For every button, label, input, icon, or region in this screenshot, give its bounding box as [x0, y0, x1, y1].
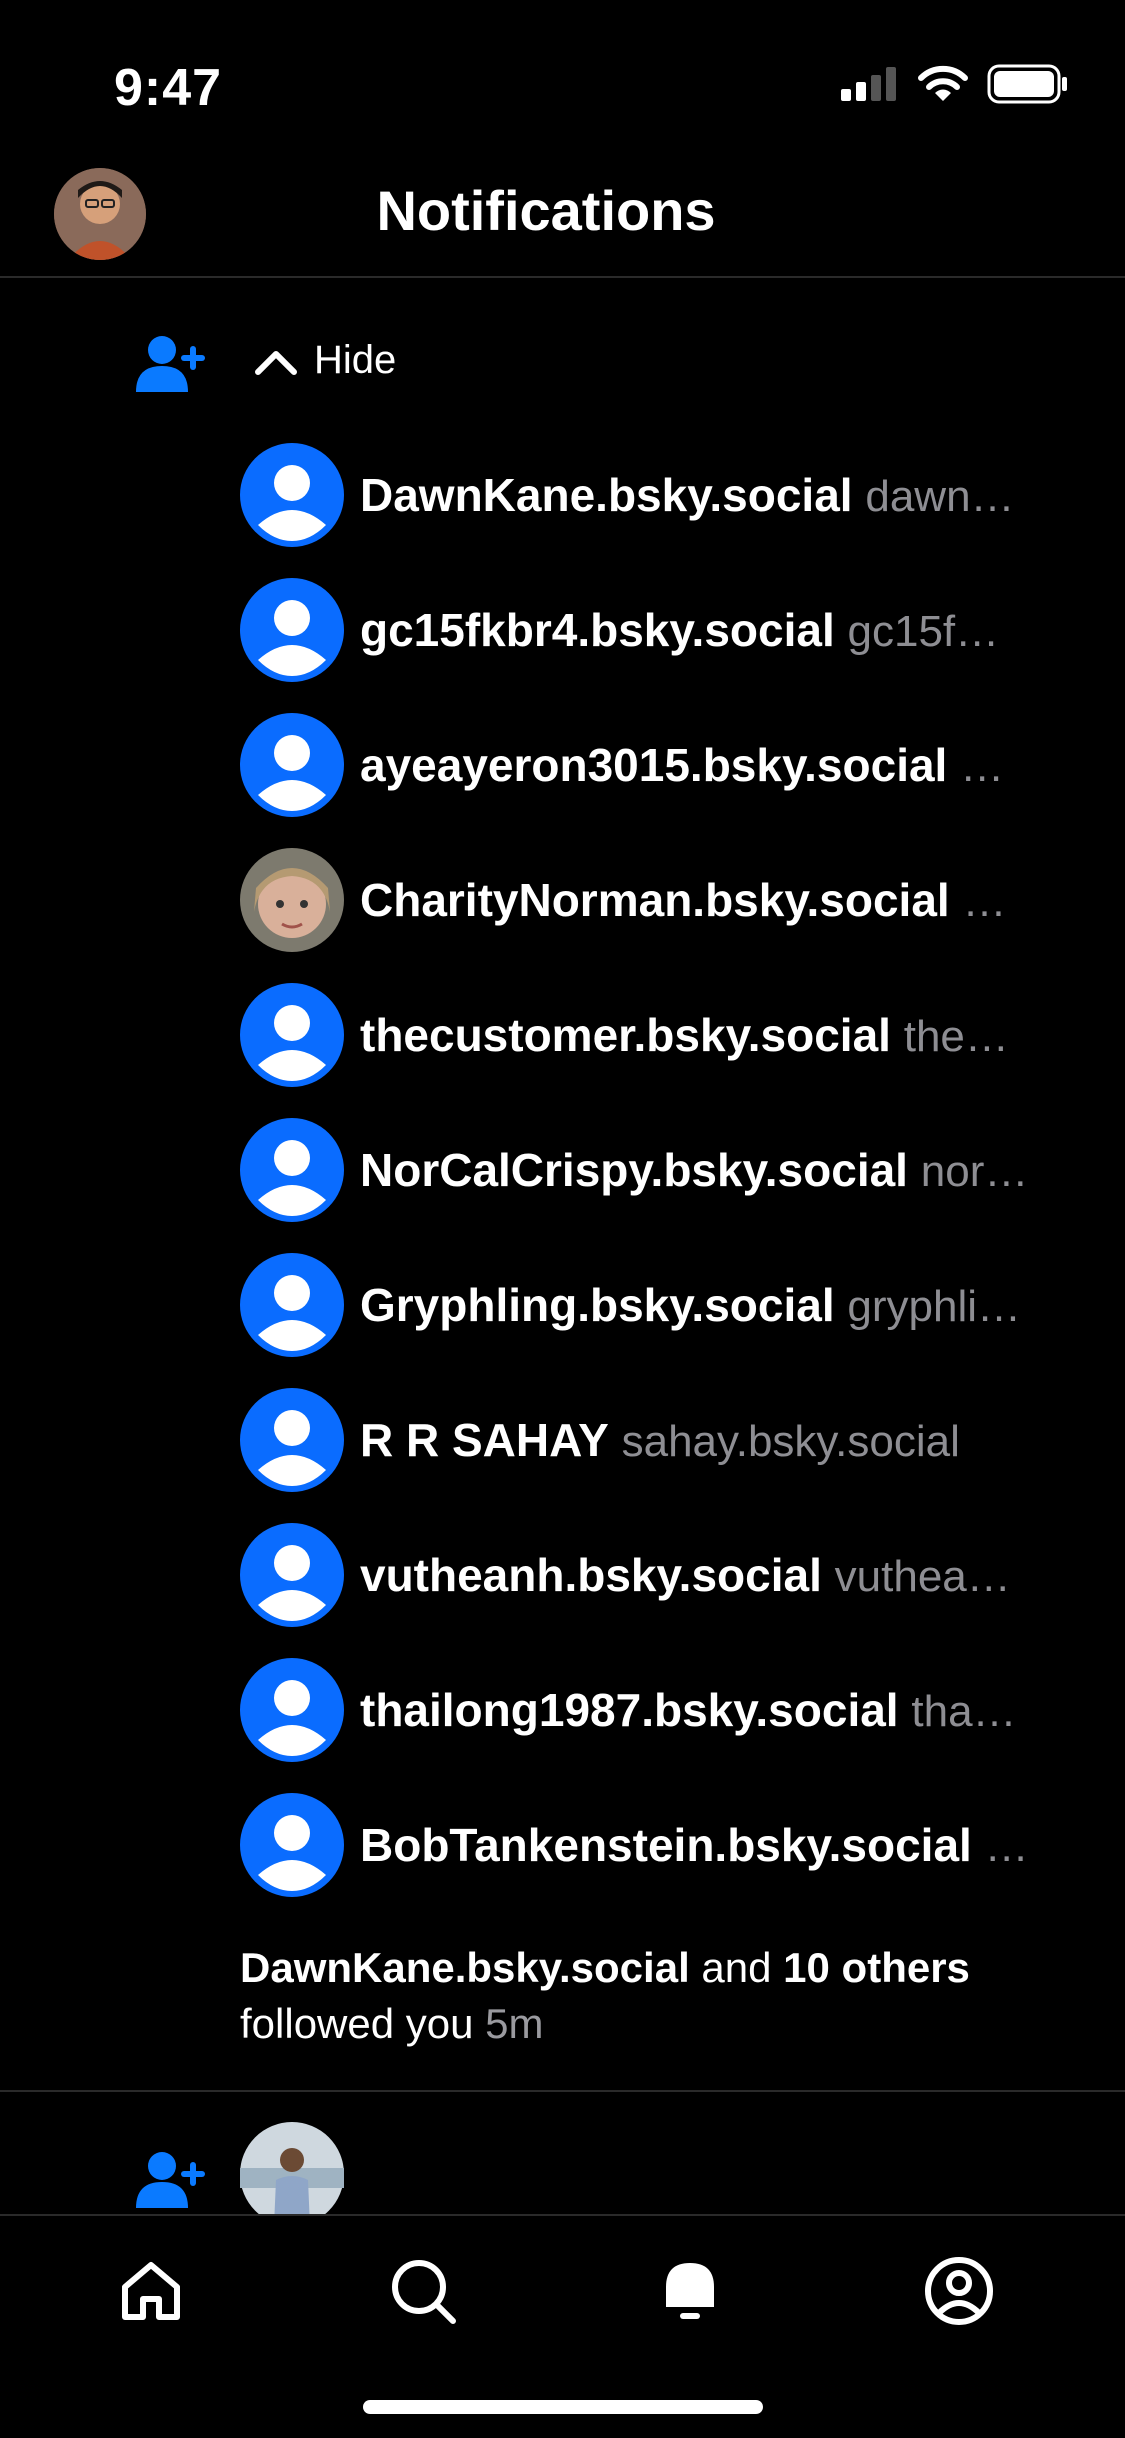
default-avatar-icon: [258, 735, 326, 811]
follower-row[interactable]: ayeayeron3015.bsky.social …: [240, 710, 1100, 820]
profile-icon: [925, 2257, 993, 2325]
follower-handle: gryphli…: [847, 1282, 1022, 1331]
follower-name: BobTankenstein.bsky.social: [360, 1819, 972, 1871]
follower-text: NorCalCrispy.bsky.social nor…: [360, 1143, 1100, 1197]
default-avatar-icon: [258, 1275, 326, 1351]
follower-avatar[interactable]: [240, 1118, 344, 1222]
header-divider: [0, 276, 1125, 278]
follower-avatar[interactable]: [240, 578, 344, 682]
notification-divider: [0, 2090, 1125, 2092]
follower-handle: vuthea…: [834, 1552, 1011, 1601]
follower-row[interactable]: NorCalCrispy.bsky.social nor…: [240, 1115, 1100, 1225]
home-icon: [122, 2262, 180, 2320]
follower-avatar[interactable]: [240, 848, 344, 952]
default-avatar-icon: [258, 600, 326, 676]
default-avatar-icon: [258, 1140, 326, 1216]
tab-profile[interactable]: [914, 2246, 1004, 2336]
follower-row[interactable]: gc15fkbr4.bsky.social gc15f…: [240, 575, 1100, 685]
follower-row[interactable]: thecustomer.bsky.social the…: [240, 980, 1100, 1090]
follower-text: thecustomer.bsky.social the…: [360, 1008, 1100, 1062]
follower-avatar[interactable]: [240, 1253, 344, 1357]
default-avatar-icon: [258, 1410, 326, 1486]
default-avatar-icon: [258, 1680, 326, 1756]
follower-handle: …: [960, 742, 1005, 791]
follower-row[interactable]: R R SAHAY sahay.bsky.social: [240, 1385, 1100, 1495]
summary-action: followed you: [240, 2000, 474, 2047]
follower-row[interactable]: thailong1987.bsky.social tha…: [240, 1655, 1100, 1765]
follower-handle: dawn…: [865, 472, 1015, 521]
status-icons: [841, 64, 1069, 104]
follow-notification-icon: [136, 2148, 210, 2217]
follower-name: vutheanh.bsky.social: [360, 1549, 822, 1601]
follower-name: thailong1987.bsky.social: [360, 1684, 899, 1736]
follower-handle: …: [962, 877, 1007, 926]
follower-text: CharityNorman.bsky.social …: [360, 873, 1100, 927]
home-indicator: [363, 2400, 763, 2414]
follower-handle: gc15f…: [847, 607, 1000, 656]
follower-name: DawnKane.bsky.social: [360, 469, 853, 521]
default-avatar-icon: [258, 1005, 326, 1081]
page-title: Notifications: [376, 179, 716, 242]
follower-text: BobTankenstein.bsky.social …: [360, 1818, 1100, 1872]
follower-avatar[interactable]: [240, 983, 344, 1087]
follower-handle: …: [984, 1822, 1029, 1871]
summary-name[interactable]: DawnKane.bsky.social: [240, 1944, 690, 1991]
follower-text: Gryphling.bsky.social gryphli…: [360, 1278, 1100, 1332]
follower-handle: sahay.bsky.social: [621, 1417, 960, 1466]
tab-notifications[interactable]: [645, 2246, 735, 2336]
follower-name: CharityNorman.bsky.social: [360, 874, 950, 926]
signal-icon: [841, 67, 896, 101]
follower-name: Gryphling.bsky.social: [360, 1279, 835, 1331]
follower-avatar[interactable]: [240, 1523, 344, 1627]
hide-label: Hide: [314, 338, 397, 382]
wifi-icon: [918, 65, 968, 101]
follower-name: NorCalCrispy.bsky.social: [360, 1144, 908, 1196]
default-avatar-icon: [258, 1815, 326, 1891]
follower-row[interactable]: CharityNorman.bsky.social …: [240, 845, 1100, 955]
follower-name: ayeayeron3015.bsky.social: [360, 739, 948, 791]
default-avatar-icon: [258, 1545, 326, 1621]
follower-text: ayeayeron3015.bsky.social …: [360, 738, 1100, 792]
follower-row[interactable]: Gryphling.bsky.social gryphli…: [240, 1250, 1100, 1360]
follower-handle: nor…: [920, 1147, 1029, 1196]
chevron-up-icon: [255, 350, 297, 375]
hide-button[interactable]: Hide: [254, 338, 396, 383]
follower-handle: the…: [903, 1012, 1009, 1061]
notifications-icon: [666, 2263, 714, 2319]
search-icon: [392, 2260, 456, 2324]
follower-avatar[interactable]: [240, 1388, 344, 1492]
battery-icon: [987, 64, 1067, 104]
follower-avatar[interactable]: [240, 713, 344, 817]
follower-text: vutheanh.bsky.social vuthea…: [360, 1548, 1100, 1602]
follower-name: thecustomer.bsky.social: [360, 1009, 891, 1061]
follower-text: DawnKane.bsky.social dawn…: [360, 468, 1100, 522]
follower-row[interactable]: vutheanh.bsky.social vuthea…: [240, 1520, 1100, 1630]
follower-text: thailong1987.bsky.social tha…: [360, 1683, 1100, 1737]
follower-row[interactable]: BobTankenstein.bsky.social …: [240, 1790, 1100, 1900]
follow-notification-icon: [136, 332, 210, 401]
follower-avatar[interactable]: [240, 1793, 344, 1897]
summary-and: and: [701, 1944, 772, 1991]
tab-search[interactable]: [378, 2246, 468, 2336]
follower-name: R R SAHAY: [360, 1414, 609, 1466]
follower-row[interactable]: DawnKane.bsky.social dawn…: [240, 440, 1100, 550]
follower-name: gc15fkbr4.bsky.social: [360, 604, 835, 656]
summary-others[interactable]: 10 others: [783, 1944, 970, 1991]
default-avatar-icon: [258, 465, 326, 541]
follower-text: R R SAHAY sahay.bsky.social: [360, 1413, 1100, 1467]
status-time: 9:47: [114, 59, 223, 117]
next-follower-avatar[interactable]: [240, 2122, 344, 2214]
summary-time: 5m: [485, 2000, 544, 2047]
follower-avatar[interactable]: [240, 443, 344, 547]
follower-text: gc15fkbr4.bsky.social gc15f…: [360, 603, 1100, 657]
follower-handle: tha…: [911, 1687, 1017, 1736]
notification-summary[interactable]: DawnKane.bsky.social and 10 others follo…: [240, 1940, 1100, 2052]
follower-avatar[interactable]: [240, 1658, 344, 1762]
tab-home[interactable]: [106, 2246, 196, 2336]
